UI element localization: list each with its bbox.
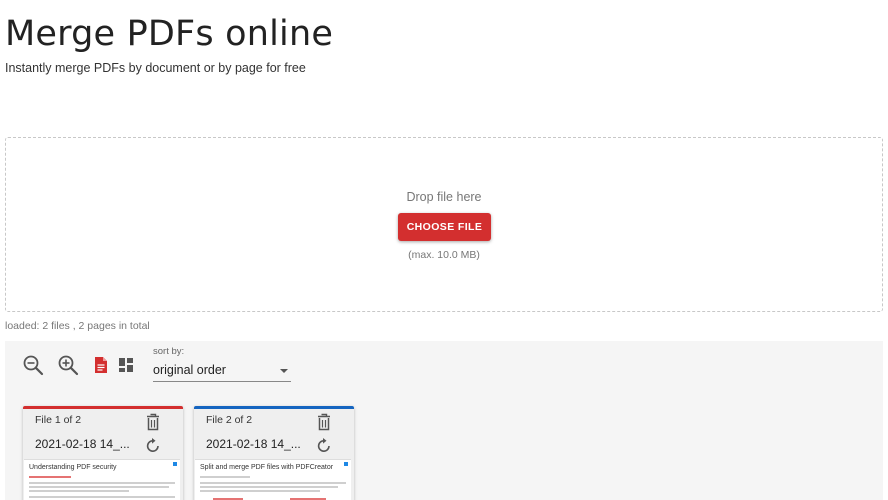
- thumbnail-line: [200, 490, 320, 492]
- choose-file-button[interactable]: CHOOSE FILE: [398, 213, 491, 241]
- thumbnail-line: [290, 498, 326, 500]
- thumbnail-line: [213, 498, 243, 500]
- sort-label: sort by:: [153, 346, 185, 357]
- document-view-icon[interactable]: [89, 353, 113, 377]
- thumbnail-marker: [344, 462, 348, 466]
- toolbar: sort by: original order: [5, 341, 883, 389]
- rotate-icon[interactable]: [316, 436, 332, 454]
- file-dropzone[interactable]: Drop file here CHOOSE FILE (max. 10.0 MB…: [5, 137, 883, 312]
- thumbnail-line: [29, 482, 175, 484]
- zoom-in-icon[interactable]: [56, 353, 80, 377]
- file-card[interactable]: File 1 of 2 2021-02-18 14_... Understand…: [23, 406, 183, 500]
- loaded-info: loaded: 2 files , 2 pages in total: [5, 320, 150, 332]
- trash-icon[interactable]: [316, 413, 332, 431]
- rotate-icon[interactable]: [145, 436, 161, 454]
- page-title: Merge PDFs online: [5, 14, 334, 54]
- file-name: 2021-02-18 14_...: [35, 437, 130, 451]
- max-size-note: (max. 10.0 MB): [408, 249, 480, 261]
- thumbnail-line: [200, 486, 338, 488]
- sort-value: original order: [153, 363, 226, 377]
- file-name: 2021-02-18 14_...: [206, 437, 301, 451]
- page-subtitle: Instantly merge PDFs by document or by p…: [5, 61, 306, 75]
- file-number: File 2 of 2: [206, 414, 253, 426]
- thumbnail-line: [200, 476, 250, 478]
- thumbnail-line: [29, 490, 129, 492]
- thumbnail-line: [200, 482, 346, 484]
- page-thumbnail: Understanding PDF security: [24, 459, 180, 500]
- chevron-down-icon: [280, 369, 288, 373]
- thumbnail-line: [29, 496, 175, 498]
- thumbnail-title: Split and merge PDF files with PDFCreato…: [200, 464, 334, 471]
- file-card[interactable]: File 2 of 2 2021-02-18 14_... Split and …: [194, 406, 354, 500]
- thumbnail-marker: [173, 462, 177, 466]
- zoom-out-icon[interactable]: [21, 353, 45, 377]
- page-view-icon[interactable]: [114, 353, 138, 377]
- thumbnail-line: [29, 476, 71, 478]
- sort-select[interactable]: original order: [153, 360, 291, 382]
- drop-label: Drop file here: [406, 190, 482, 204]
- thumbnail-title: Understanding PDF security: [29, 464, 117, 471]
- file-number: File 1 of 2: [35, 414, 82, 426]
- thumbnail-line: [29, 486, 169, 488]
- files-area: File 1 of 2 2021-02-18 14_... Understand…: [5, 389, 883, 500]
- page-thumbnail: Split and merge PDF files with PDFCreato…: [195, 459, 351, 500]
- trash-icon[interactable]: [145, 413, 161, 431]
